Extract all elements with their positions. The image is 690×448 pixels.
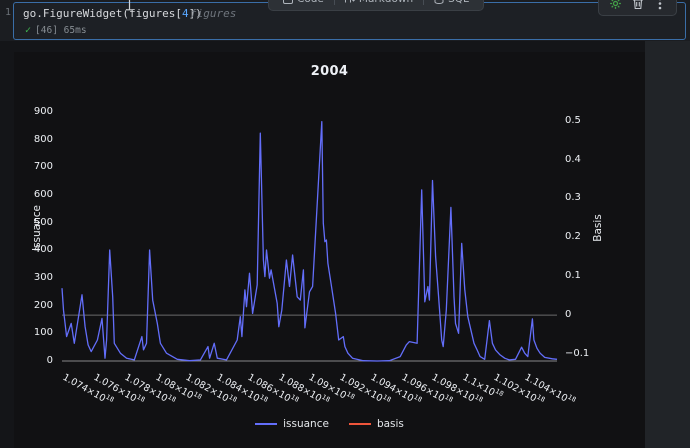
right-ytick-label: 0.4 (565, 153, 581, 165)
code-index: 4 (181, 7, 189, 20)
toolbar-divider (333, 0, 335, 5)
left-ytick-label: 800 (33, 133, 53, 145)
right-ytick-label: 0.5 (565, 114, 581, 126)
line-number: 1 (4, 7, 11, 18)
right-axis-title: Basis (592, 214, 604, 242)
cell-type-toolbar: Code Markdown SQL (268, 0, 484, 11)
code-icon (283, 0, 293, 4)
right-ytick-label: −0.1 (565, 348, 590, 359)
ghost-suggestion: figures (190, 7, 237, 20)
database-icon (434, 0, 444, 4)
notebook-screen: 1 go.FigureWidget(figures[4]) figures ✓[… (0, 0, 690, 448)
legend-swatch (255, 423, 278, 425)
right-ytick-label: 0.1 (565, 270, 581, 282)
right-ytick-label: 0.3 (565, 192, 581, 204)
legend-label: basis (376, 418, 404, 430)
delete-trash-icon[interactable] (631, 0, 644, 10)
code-tab-button[interactable]: Code (275, 0, 332, 8)
sql-tab-label: SQL (448, 0, 469, 5)
code-tab-label: Code (297, 0, 324, 5)
toolbar-divider (423, 0, 425, 5)
page-background-strip (645, 41, 690, 448)
left-ytick-label: 100 (33, 327, 53, 339)
left-ytick-label: 600 (33, 188, 53, 200)
code-text: go.FigureWidget(figures[4]) (23, 7, 202, 20)
sql-tab-button[interactable]: SQL (426, 0, 477, 8)
legend-item-issuance[interactable]: issuance (255, 418, 329, 430)
execution-count: [46] (35, 25, 58, 36)
left-ytick-label: 200 (33, 299, 53, 311)
legend-label: issuance (283, 418, 329, 430)
left-ytick-label: 700 (33, 161, 53, 173)
left-ytick-label: 500 (33, 216, 53, 228)
settings-gear-icon[interactable] (609, 0, 622, 10)
more-kebab-icon[interactable] (653, 0, 666, 10)
left-ytick-label: 300 (33, 271, 53, 283)
chart-title: 2004 (310, 64, 349, 79)
markdown-tab-button[interactable]: Markdown (337, 0, 421, 8)
markdown-icon (344, 0, 355, 4)
cell-output: 2004 Issuance Basis 0 100 200 300 400 500 600 7… (0, 41, 645, 448)
success-check-icon: ✓ (25, 25, 32, 36)
legend-item-basis[interactable]: basis (348, 418, 404, 430)
legend-swatch (348, 423, 371, 425)
markdown-tab-label: Markdown (359, 0, 413, 5)
cell-action-toolbar (598, 0, 677, 16)
left-ytick-label: 400 (33, 244, 53, 256)
left-ytick-label: 900 (33, 105, 53, 117)
text-cursor-ibeam (125, 0, 134, 11)
right-ytick-label: 0.2 (565, 231, 581, 243)
issuance-line[interactable] (61, 120, 558, 362)
execution-status: ✓ [46] 65ms (25, 25, 87, 36)
code-before: go.FigureWidget(figures[ (23, 7, 182, 20)
left-ytick-label: 0 (46, 355, 53, 366)
execution-time: 65ms (63, 25, 87, 36)
chart-legend: issuance basis (14, 418, 645, 430)
plotly-chart[interactable]: 2004 Issuance Basis 0 100 200 300 400 500 600 7… (14, 52, 645, 448)
right-ytick-label: 0 (565, 309, 572, 321)
